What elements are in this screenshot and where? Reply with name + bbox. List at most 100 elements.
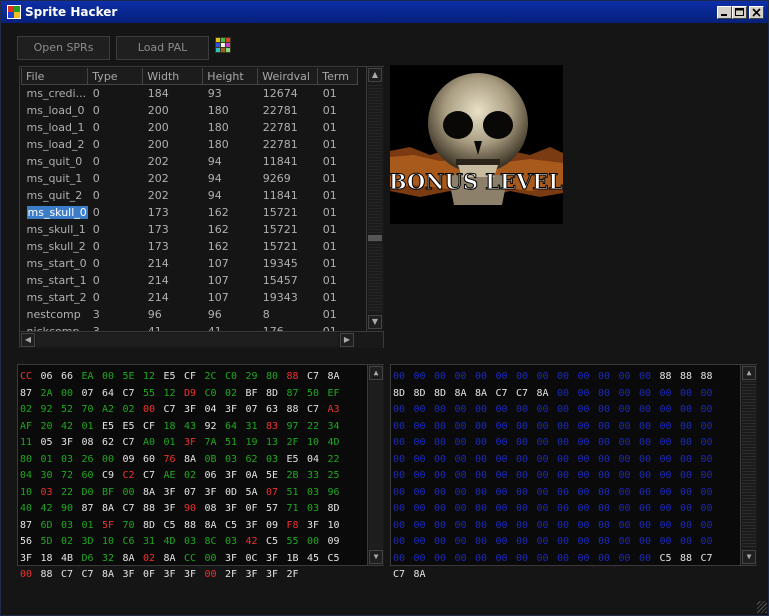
hex-byte[interactable]: 02 [143,550,164,567]
scroll-right-arrow-icon[interactable]: ▶ [340,333,354,347]
hex-byte[interactable]: 00 [639,550,660,567]
hex-byte[interactable]: C2 [123,467,144,484]
hex-byte[interactable]: 12 [143,368,164,385]
close-button[interactable] [749,6,764,19]
hex-byte[interactable]: 88 [680,550,701,567]
hex-byte[interactable]: 70 [82,401,103,418]
hex-byte[interactable]: A2 [102,401,123,418]
column-header-height[interactable]: Height [202,68,259,85]
hex-byte[interactable]: 18 [41,550,62,567]
hex-byte[interactable]: 22 [307,418,328,435]
hex-byte[interactable]: 00 [307,533,328,550]
hex-byte[interactable]: CF [143,418,164,435]
hex-byte[interactable]: 00 [639,368,660,385]
sprite-list[interactable]: File Type Width Height Weirdval Term ms_credi… [19,66,384,348]
hex-byte[interactable]: 00 [578,517,599,534]
hex-byte[interactable]: 8A [102,566,123,583]
hex-byte[interactable]: 00 [496,484,517,501]
scroll-left-arrow-icon[interactable]: ◀ [21,333,35,347]
hex-byte[interactable]: 00 [619,517,640,534]
hex-byte[interactable]: 00 [393,451,414,468]
hex-byte[interactable]: 00 [680,434,701,451]
hex-byte[interactable]: 80 [266,368,287,385]
hex-byte[interactable]: 3F [225,550,246,567]
list-scroll-thumb[interactable] [368,235,382,241]
hex-byte[interactable]: 00 [496,451,517,468]
column-header-width[interactable]: Width [142,68,204,85]
hex-byte[interactable]: 22 [61,484,82,501]
hex-byte[interactable]: 00 [414,434,435,451]
hex-byte[interactable]: 4D [328,434,349,451]
hex-byte[interactable]: 00 [496,517,517,534]
hex-byte[interactable]: 02 [61,533,82,550]
hex-byte[interactable]: 00 [434,451,455,468]
hex-byte[interactable]: 83 [266,418,287,435]
hex-byte[interactable]: 92 [205,418,226,435]
palette-icon[interactable] [215,37,231,53]
hex-byte[interactable]: 00 [496,434,517,451]
hex-byte[interactable]: 8A [475,385,496,402]
hex-byte[interactable]: 25 [328,467,349,484]
hex-byte[interactable]: C7 [123,434,144,451]
hex-byte[interactable]: 00 [557,517,578,534]
hex-byte[interactable]: 10 [20,484,41,501]
hex-byte[interactable]: 00 [639,434,660,451]
hex-byte[interactable]: 00 [537,401,558,418]
hex-byte[interactable]: 00 [537,418,558,435]
hex-byte[interactable]: 3F [164,500,185,517]
hex-byte[interactable]: 90 [61,500,82,517]
hex-byte[interactable]: 08 [82,434,103,451]
hex-byte[interactable]: 00 [393,401,414,418]
hex-byte[interactable]: C0 [205,385,226,402]
hex-byte[interactable]: 00 [496,467,517,484]
hex-byte[interactable]: 09 [266,517,287,534]
hex-byte[interactable]: 55 [143,385,164,402]
hex-byte[interactable]: 00 [598,451,619,468]
hex-byte[interactable]: 03 [307,484,328,501]
hex-byte[interactable]: 5E [123,368,144,385]
hex-byte[interactable]: 30 [41,467,62,484]
hex-byte[interactable]: 00 [475,451,496,468]
hex-byte[interactable]: 03 [61,451,82,468]
table-row[interactable]: ms_start_2 0 214 107 19343 01 [22,289,358,306]
hex-byte[interactable]: 00 [557,484,578,501]
hex-byte[interactable]: 87 [20,385,41,402]
hex-byte[interactable]: 88 [41,566,62,583]
hex-byte[interactable]: 88 [143,500,164,517]
hex-byte[interactable]: C7 [393,566,414,583]
resize-grip[interactable] [757,601,767,613]
hex-byte[interactable]: 87 [20,517,41,534]
hex-byte[interactable]: 26 [82,451,103,468]
hex-byte[interactable]: 00 [414,451,435,468]
hex-byte[interactable]: EF [328,385,349,402]
hex-byte[interactable]: 00 [619,467,640,484]
hex-byte[interactable]: 43 [184,418,205,435]
hex-byte[interactable]: 01 [82,517,103,534]
hex-byte[interactable]: E5 [287,451,308,468]
hex-byte[interactable]: 8D [393,385,414,402]
hex-byte[interactable]: 00 [434,550,455,567]
hex-byte[interactable]: 3F [205,484,226,501]
hex-view-left[interactable]: CC 06 66 EA 00 5E 12 E5 CF 2C C0 29 80 88 C7 8A 87 2A 00 07… [17,364,384,580]
hex-byte[interactable]: 00 [680,500,701,517]
hex-byte[interactable]: 00 [578,467,599,484]
hex-byte[interactable]: 00 [660,500,681,517]
hex-byte[interactable]: 3F [20,550,41,567]
table-row[interactable]: ms_skull_1 0 173 162 15721 01 [22,221,358,238]
hex-byte[interactable]: 00 [455,451,476,468]
hex-byte[interactable]: 20 [41,418,62,435]
hex-byte[interactable]: 00 [680,451,701,468]
hex-byte[interactable]: 00 [455,418,476,435]
hex-byte[interactable]: 00 [414,550,435,567]
table-row[interactable]: ms_start_0 0 214 107 19345 01 [22,255,358,272]
hex-byte[interactable]: 00 [537,533,558,550]
hex-byte[interactable]: 51 [225,434,246,451]
hex-byte[interactable]: 03 [41,484,62,501]
hex-byte[interactable]: 8A [123,550,144,567]
hex-byte[interactable]: 00 [557,385,578,402]
hex-byte[interactable]: C7 [307,368,328,385]
hex-byte[interactable]: 00 [496,401,517,418]
hex-byte[interactable]: 01 [164,434,185,451]
hex-byte[interactable]: C5 [328,550,349,567]
hex-right-scrollbar[interactable]: ▲ ▼ [740,365,757,565]
